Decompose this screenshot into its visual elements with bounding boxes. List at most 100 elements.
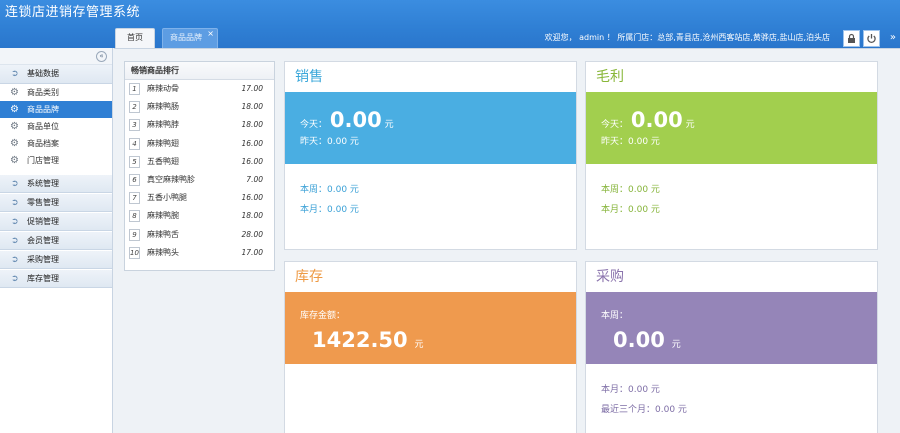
- gear-icon: ⚙: [10, 87, 19, 98]
- product-name: 麻辣鸭头: [147, 247, 179, 257]
- product-name: 真空麻辣鸭胗: [147, 174, 195, 184]
- sidebar-group-system[interactable]: ➲ 系统管理: [0, 174, 112, 193]
- ranking-row: 3 麻辣鸭脖 18.00: [125, 116, 274, 134]
- sidebar-group-retail[interactable]: ➲ 零售管理: [0, 193, 112, 212]
- rank-number: 10: [129, 246, 140, 259]
- rank-number: 2: [129, 101, 140, 114]
- ranking-row: 7 五香小鸭腿 16.00: [125, 189, 274, 207]
- sidebar-toolbar: «: [0, 48, 112, 65]
- ranking-row: 4 麻辣鸭翅 16.00: [125, 135, 274, 153]
- tab-close-icon[interactable]: ×: [207, 25, 214, 43]
- ranking-row: 5 五香鸭翅 16.00: [125, 153, 274, 171]
- sidebar-item-goods-unit[interactable]: ⚙ 商品单位: [0, 118, 112, 135]
- today-row: 今天： 0.00 元: [300, 108, 394, 132]
- rank-number: 1: [129, 83, 140, 95]
- app-title: 连锁店进销存管理系统: [5, 5, 141, 20]
- sidebar-group-label: 库存管理: [27, 274, 59, 283]
- sidebar-item-store-management[interactable]: ⚙ 门店管理: [0, 152, 112, 169]
- lock-icon: [848, 33, 855, 43]
- product-name: 五香小鸭腿: [147, 193, 187, 203]
- stock-band: 库存金额： 1422.50 元: [285, 292, 576, 364]
- sidebar-group-purchase[interactable]: ➲ 采购管理: [0, 250, 112, 269]
- sidebar-item-goods-brand[interactable]: ⚙ 商品品牌: [0, 101, 112, 118]
- main-content: 畅销商品排行 1 麻辣动骨 17.00 2 麻辣鸭肠 18.00 3 麻辣鸭脖 18.00 4 麻辣…: [114, 48, 900, 433]
- sidebar-group-promotion[interactable]: ➲ 促销管理: [0, 212, 112, 231]
- logout-button[interactable]: [863, 30, 880, 47]
- sidebar-group-label: 基础数据: [27, 69, 59, 78]
- rank-number: 3: [129, 119, 140, 132]
- sidebar-group-label: 采购管理: [27, 255, 59, 264]
- stock-card: 库存 库存金额： 1422.50 元: [284, 261, 577, 433]
- rank-number: 5: [129, 155, 140, 168]
- unit: 元: [685, 120, 695, 130]
- product-name: 麻辣鸭腕: [147, 211, 179, 221]
- sidebar-item-label: 商品单位: [27, 122, 59, 131]
- product-value: 17.00: [241, 84, 263, 93]
- power-icon: [867, 34, 876, 44]
- sidebar-group-label: 零售管理: [27, 198, 59, 207]
- ranking-row: 6 真空麻辣鸭胗 7.00: [125, 171, 274, 189]
- group-arrow-icon: ➲: [11, 179, 19, 189]
- week-row: 0.00 元: [613, 328, 681, 352]
- sales-band: 今天： 0.00 元 昨天：0.00 元: [285, 92, 576, 164]
- sidebar-group-member[interactable]: ➲ 会员管理: [0, 231, 112, 250]
- gear-icon: ⚙: [10, 138, 19, 149]
- group-arrow-icon: ➲: [11, 236, 19, 246]
- stock-amount-row: 1422.50 元: [312, 328, 424, 352]
- sidebar-item-goods-category[interactable]: ⚙ 商品类别: [0, 84, 112, 101]
- sidebar-group-label: 促销管理: [27, 217, 59, 226]
- lock-button[interactable]: [843, 30, 860, 47]
- sidebar-group-inventory[interactable]: ➲ 库存管理: [0, 269, 112, 288]
- today-value: 0.00: [630, 108, 683, 132]
- collapse-header-icon[interactable]: »: [890, 32, 896, 43]
- card-title: 销售: [295, 69, 323, 85]
- app-header: 连锁店进销存管理系统 首页 商品品牌 × 欢迎您， admin ！ 所属门店：总…: [0, 0, 900, 48]
- stock-amount-label: 库存金额：: [300, 311, 346, 321]
- tab-goods-brand[interactable]: 商品品牌 ×: [162, 28, 218, 48]
- gear-icon: ⚙: [10, 155, 19, 166]
- group-arrow-icon: ➲: [11, 274, 19, 284]
- ranking-row: 10 麻辣鸭头 17.00: [125, 244, 274, 262]
- sidebar-group-basic-data[interactable]: ➲ 基础数据: [0, 65, 112, 84]
- sidebar-item-label: 商品品牌: [27, 105, 59, 114]
- product-value: 18.00: [241, 120, 263, 130]
- product-name: 五香鸭翅: [147, 156, 179, 166]
- rank-number: 4: [129, 137, 140, 150]
- product-value: 17.00: [241, 247, 263, 257]
- profit-band: 今天： 0.00 元 昨天：0.00 元: [586, 92, 877, 164]
- sidebar-collapse-icon[interactable]: «: [96, 51, 107, 62]
- today-label: 今天：: [601, 120, 629, 130]
- product-value: 18.00: [241, 211, 263, 221]
- today-label: 今天：: [300, 120, 328, 130]
- product-name: 麻辣鸭舌: [147, 229, 179, 239]
- sidebar: « ➲ 基础数据 ⚙ 商品类别 ⚙ 商品品牌 ⚙ 商品单位 ⚙ 商品档案 ⚙ 门…: [0, 48, 113, 433]
- sidebar-item-label: 商品类别: [27, 88, 59, 97]
- today-row: 今天： 0.00 元: [601, 108, 695, 132]
- ranking-row: 1 麻辣动骨 17.00: [125, 80, 274, 98]
- group-arrow-icon: ➲: [11, 217, 19, 227]
- today-value: 0.00: [329, 108, 382, 132]
- purchase-card: 采购 本周： 0.00 元 本月：0.00 元 最近三个月：0.00 元: [585, 261, 878, 433]
- rank-number: 6: [129, 173, 140, 186]
- gear-icon: ⚙: [10, 104, 19, 115]
- welcome-text: 欢迎您， admin ！ 所属门店：总部,青县店,沧州西客站店,黄骅店,盐山店,…: [544, 33, 830, 42]
- week-value: 本周：0.00 元: [300, 185, 359, 195]
- sidebar-item-goods-archive[interactable]: ⚙ 商品档案: [0, 135, 112, 152]
- week-value: 0.00: [613, 328, 665, 352]
- month-value: 本月：0.00 元: [300, 205, 359, 215]
- tab-label: 商品品牌: [170, 33, 202, 42]
- product-name: 麻辣鸭肠: [147, 102, 179, 112]
- month-value: 本月：0.00 元: [601, 205, 660, 215]
- profit-card: 毛利 今天： 0.00 元 昨天：0.00 元 本周：0.00 元 本月：0.0…: [585, 61, 878, 250]
- tab-home[interactable]: 首页: [115, 28, 155, 48]
- ranking-list: 1 麻辣动骨 17.00 2 麻辣鸭肠 18.00 3 麻辣鸭脖 18.00 4 麻辣鸭翅 16.00…: [125, 80, 274, 262]
- gear-icon: ⚙: [10, 121, 19, 132]
- sidebar-group-label: 系统管理: [27, 179, 59, 188]
- week-label: 本周：: [601, 311, 629, 321]
- unit: 元: [671, 340, 681, 350]
- month-value: 本月：0.00 元: [601, 385, 660, 395]
- rank-number: 8: [129, 210, 140, 223]
- unit: 元: [414, 340, 424, 350]
- product-name: 麻辣鸭脖: [147, 120, 179, 130]
- unit: 元: [384, 120, 394, 130]
